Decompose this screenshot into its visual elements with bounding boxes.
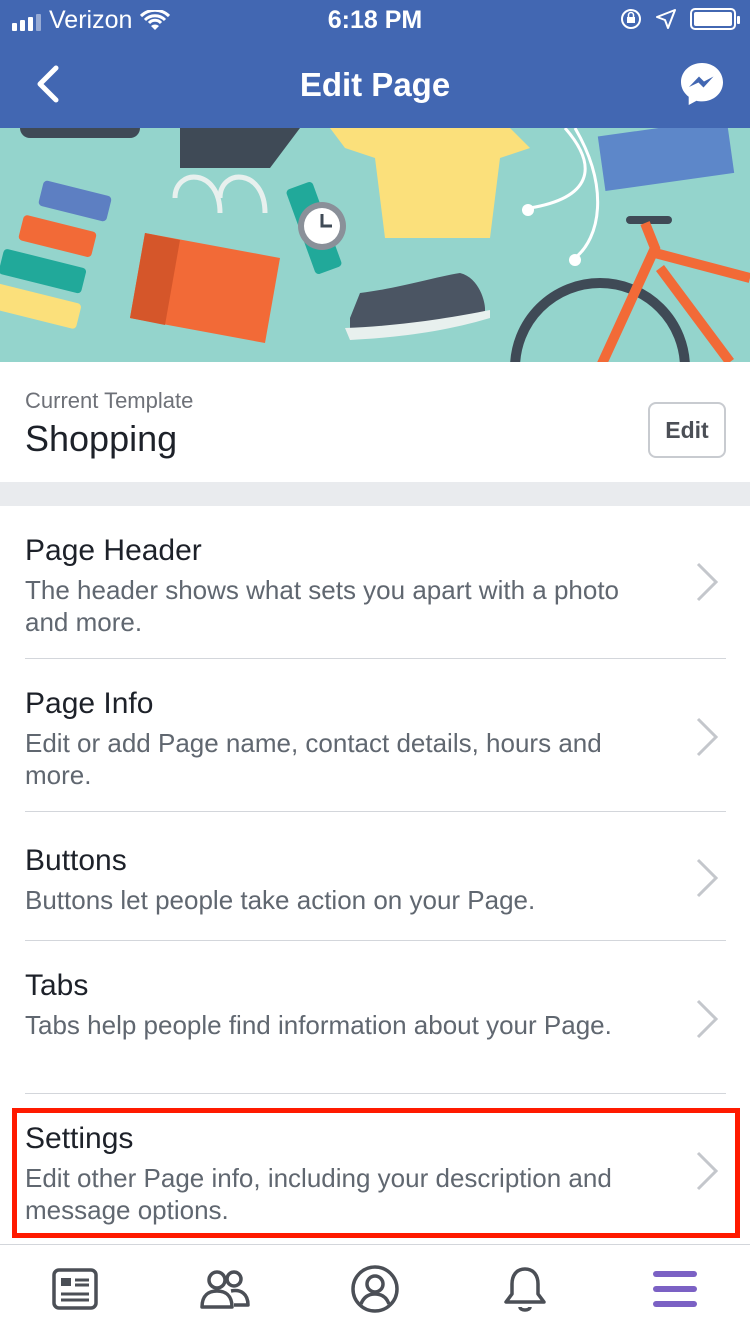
current-template-label: Current Template [25, 388, 194, 413]
battery-icon [690, 8, 740, 30]
menu-item-description: Buttons let people take action on your P… [25, 885, 536, 915]
chevron-right-icon [696, 717, 719, 757]
top-bar: Verizon 6:18 PM Edit Page [0, 0, 750, 128]
current-template-section: Current Template Shopping Edit [0, 362, 750, 482]
menu-item-page-header[interactable]: Page Header The header shows what sets y… [0, 506, 750, 659]
notifications-icon[interactable] [495, 1259, 555, 1319]
menu-icon[interactable] [645, 1259, 705, 1319]
menu-item-title: Page Header [25, 534, 202, 567]
chevron-right-icon [696, 999, 719, 1039]
menu-item-page-info[interactable]: Page Info Edit or add Page name, contact… [0, 659, 750, 812]
edit-template-button[interactable]: Edit [648, 402, 726, 458]
page-title: Edit Page [299, 66, 451, 103]
profile-icon[interactable] [345, 1259, 405, 1319]
chevron-right-icon [696, 562, 719, 602]
location-icon [656, 9, 676, 29]
menu-item-description: Edit other Page info, including your des… [25, 1163, 612, 1225]
cover-image [0, 128, 750, 362]
friends-icon[interactable] [195, 1259, 255, 1319]
menu-item-title: Tabs [25, 969, 89, 1002]
messenger-icon[interactable] [678, 60, 726, 108]
menu-item-title: Buttons [25, 844, 127, 877]
section-divider [0, 482, 750, 506]
menu-item-settings[interactable]: Settings Edit other Page info, including… [0, 1094, 750, 1244]
status-bar: Verizon 6:18 PM [0, 0, 750, 40]
menu-item-buttons[interactable]: Buttons Buttons let people take action o… [0, 812, 750, 941]
status-right [620, 8, 740, 30]
chevron-right-icon [696, 1151, 719, 1191]
menu-item-description: Tabs help people find information about … [25, 1010, 612, 1040]
menu-item-title: Settings [25, 1122, 134, 1155]
news-feed-icon[interactable] [45, 1259, 105, 1319]
current-template-name: Shopping [25, 418, 178, 459]
menu-item-title: Page Info [25, 687, 154, 720]
menu-item-description: Edit or add Page name, contact details, … [25, 728, 602, 790]
orientation-lock-icon [621, 9, 641, 29]
bottom-tab-bar [0, 1244, 750, 1334]
shopping-illustration [0, 128, 750, 362]
chevron-right-icon [696, 858, 719, 898]
menu-item-description: The header shows what sets you apart wit… [25, 575, 620, 637]
menu-item-tabs[interactable]: Tabs Tabs help people find information a… [0, 941, 750, 1094]
